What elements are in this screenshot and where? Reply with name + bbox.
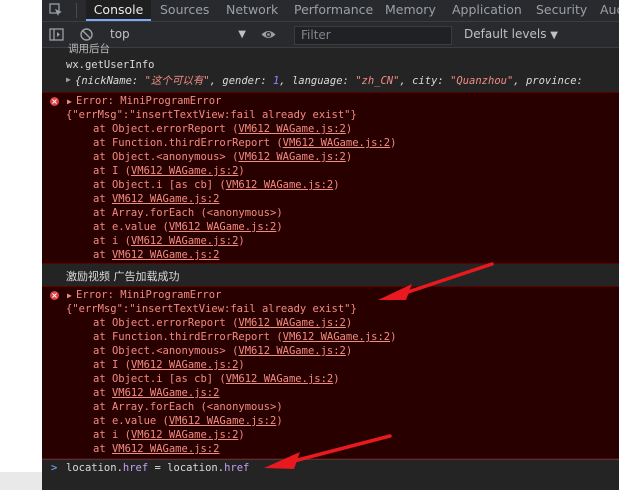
error-message-1: × ▶ Error: MiniProgramError {"errMsg":"i…	[42, 92, 619, 264]
expand-triangle-icon[interactable]: ▶	[67, 97, 72, 106]
stack-frame: at VM612 WAGame.js:2	[93, 249, 220, 261]
stack-frame: at VM612 WAGame.js:2	[93, 387, 220, 399]
stack-frame: at i (VM612 WAGame.js:2)	[93, 235, 245, 247]
source-link[interactable]: VM612 WAGame.js:2	[131, 359, 238, 371]
expand-triangle-icon[interactable]: ▶	[67, 291, 72, 300]
source-link[interactable]: VM612 WAGame.js:2	[131, 235, 238, 247]
chevron-down-icon: ▼	[238, 29, 246, 40]
tab-audits[interactable]: Audits	[600, 0, 619, 21]
expand-triangle-icon[interactable]: ▶	[66, 75, 71, 84]
tab-memory[interactable]: Memory	[385, 0, 436, 21]
error-icon: ×	[50, 97, 59, 106]
source-link[interactable]: VM612 WAGame.js:2	[226, 373, 333, 385]
log-levels-dropdown[interactable]: Default levels ▼	[464, 26, 558, 44]
tab-sources[interactable]: Sources	[160, 0, 209, 21]
source-link[interactable]: VM612 WAGame.js:2	[238, 123, 345, 135]
error-title: Error: MiniProgramError	[76, 289, 222, 301]
log-message: wx.getUserInfo	[66, 59, 155, 71]
stack-frame: at i (VM612 WAGame.js:2)	[93, 429, 245, 441]
source-link[interactable]: VM612 WAGame.js:2	[112, 387, 219, 399]
tab-application[interactable]: Application	[452, 0, 522, 21]
stack-frame: at I (VM612 WAGame.js:2)	[93, 165, 245, 177]
stack-frame: at VM612 WAGame.js:2	[93, 193, 220, 205]
stack-frame: at Array.forEach (<anonymous>)	[93, 207, 283, 219]
stack-frame: at Array.forEach (<anonymous>)	[93, 401, 283, 413]
console-input[interactable]: location.href = location.href	[66, 462, 249, 474]
error-json: {"errMsg":"insertTextView:fail already e…	[66, 109, 357, 121]
stack-frame: at VM612 WAGame.js:2	[93, 443, 220, 455]
stack-frame: at Object.<anonymous> (VM612 WAGame.js:2…	[93, 151, 353, 163]
stack-frame: at I (VM612 WAGame.js:2)	[93, 359, 245, 371]
host-page-strip	[0, 0, 42, 490]
stack-frame: at Function.thirdErrorReport (VM612 WAGa…	[93, 331, 397, 343]
stack-frame: at Object.errorReport (VM612 WAGame.js:2…	[93, 317, 353, 329]
devtools-tabbar: Console Sources Network Performance Memo…	[42, 0, 619, 22]
chevron-down-icon: ▼	[550, 30, 558, 41]
source-link[interactable]: VM612 WAGame.js:2	[238, 345, 345, 357]
stack-frame: at Object.i [as cb] (VM612 WAGame.js:2)	[93, 179, 340, 191]
stack-frame: at Object.<anonymous> (VM612 WAGame.js:2…	[93, 345, 353, 357]
filter-placeholder: Filter	[301, 28, 331, 42]
console-messages: 调用后台 wx.getUserInfo ▶ {nickName: "这个可以有"…	[42, 43, 619, 490]
filter-input[interactable]: Filter	[294, 26, 452, 45]
log-levels-label: Default levels	[464, 27, 547, 41]
error-message-2: × ▶ Error: MiniProgramError {"errMsg":"i…	[42, 286, 619, 459]
console-prompt[interactable]: > location.href = location.href	[42, 459, 619, 478]
error-json: {"errMsg":"insertTextView:fail already e…	[66, 303, 357, 315]
stack-frame: at Object.errorReport (VM612 WAGame.js:2…	[93, 123, 353, 135]
stack-frame: at e.value (VM612 WAGame.js:2)	[93, 221, 283, 233]
source-link[interactable]: VM612 WAGame.js:2	[226, 179, 333, 191]
context-selector[interactable]: top ▼	[110, 26, 246, 43]
object-preview-row[interactable]: ▶ {nickName: "这个可以有", gender: 1, languag…	[42, 73, 619, 87]
stack-frame: at Object.i [as cb] (VM612 WAGame.js:2)	[93, 373, 340, 385]
devtools-panel: Console Sources Network Performance Memo…	[42, 0, 619, 490]
stack-frame: at Function.thirdErrorReport (VM612 WAGa…	[93, 137, 397, 149]
source-link[interactable]: VM612 WAGame.js:2	[283, 137, 390, 149]
eye-icon[interactable]	[260, 26, 277, 43]
source-link[interactable]: VM612 WAGame.js:2	[131, 165, 238, 177]
prompt-chevron-icon: >	[51, 462, 58, 474]
source-link[interactable]: VM612 WAGame.js:2	[283, 331, 390, 343]
log-message: 激励视频 广告加载成功	[66, 270, 180, 283]
tab-separator	[76, 3, 77, 18]
source-link[interactable]: VM612 WAGame.js:2	[238, 151, 345, 163]
error-title: Error: MiniProgramError	[76, 95, 222, 107]
source-link[interactable]: VM612 WAGame.js:2	[131, 429, 238, 441]
tab-console[interactable]: Console	[86, 0, 151, 21]
stack-frame: at e.value (VM612 WAGame.js:2)	[93, 415, 283, 427]
source-link[interactable]: VM612 WAGame.js:2	[112, 249, 219, 261]
source-link[interactable]: VM612 WAGame.js:2	[112, 443, 219, 455]
source-link[interactable]: VM612 WAGame.js:2	[238, 317, 345, 329]
host-page-shade	[0, 472, 42, 490]
error-icon: ×	[50, 291, 59, 300]
sidebar-toggle-icon[interactable]	[48, 26, 65, 43]
inspect-element-icon[interactable]	[48, 2, 64, 18]
tab-security[interactable]: Security	[536, 0, 587, 21]
tab-network[interactable]: Network	[226, 0, 278, 21]
clipped-log-line: 调用后台	[68, 43, 110, 55]
console-toolbar: top ▼ Filter Default levels ▼	[42, 22, 619, 48]
object-preview: {nickName: "这个可以有", gender: 1, language:…	[75, 75, 583, 87]
source-link[interactable]: VM612 WAGame.js:2	[169, 221, 276, 233]
source-link[interactable]: VM612 WAGame.js:2	[112, 193, 219, 205]
context-selector-value: top	[110, 27, 130, 41]
tab-performance[interactable]: Performance	[294, 0, 373, 21]
source-link[interactable]: VM612 WAGame.js:2	[169, 415, 276, 427]
